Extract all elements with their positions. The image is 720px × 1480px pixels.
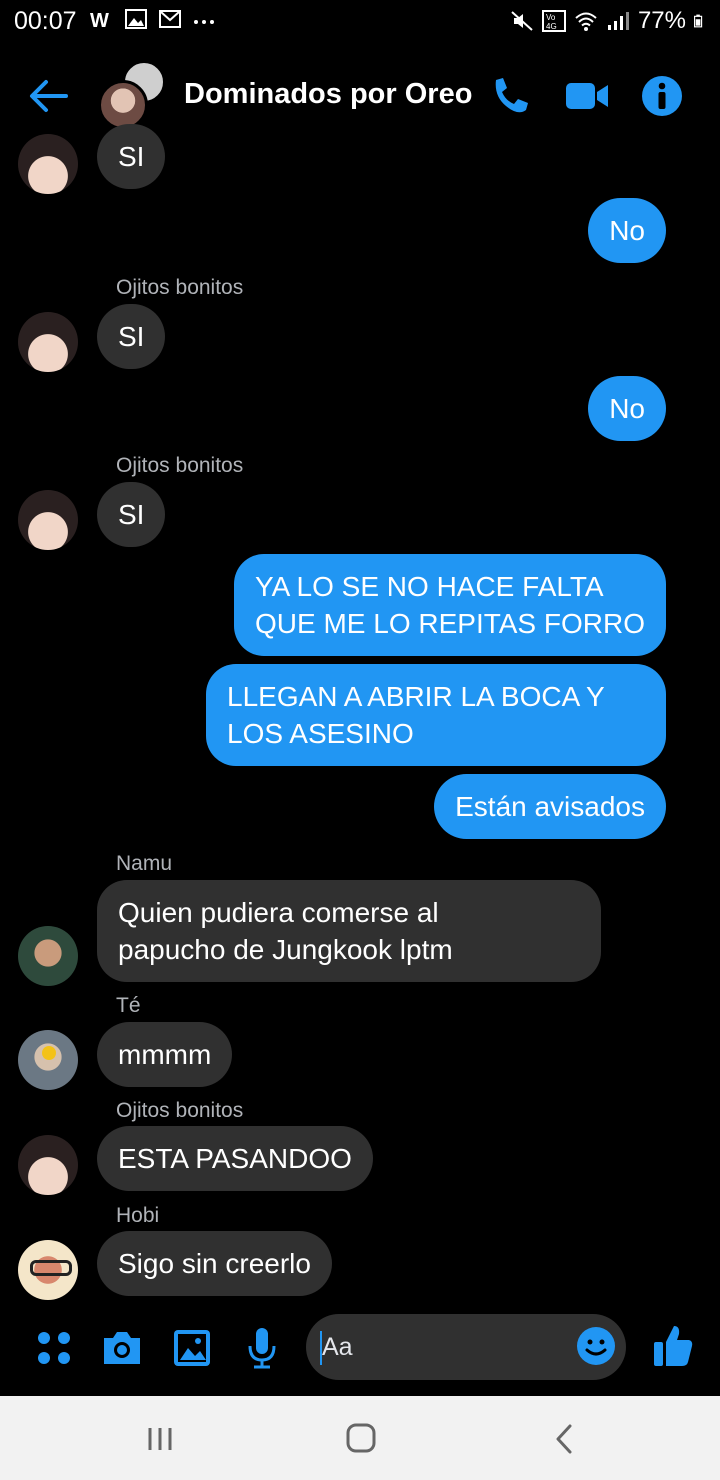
chat-title[interactable]: Dominados por Oreo — [184, 78, 472, 111]
info-icon[interactable] — [640, 74, 684, 118]
back-arrow-icon[interactable] — [28, 76, 70, 116]
message-bubble[interactable]: SI — [97, 482, 166, 547]
phone-icon[interactable] — [488, 74, 532, 118]
recents-icon[interactable] — [140, 1422, 180, 1456]
message-bubble[interactable]: No — [588, 198, 666, 263]
sender-name: Hobi — [116, 1204, 160, 1227]
svg-text:Vo: Vo — [546, 13, 556, 22]
emoji-icon[interactable] — [576, 1326, 616, 1366]
status-bar: 00:07 W Vo 4G 77% — [0, 0, 720, 44]
camera-icon[interactable] — [100, 1326, 144, 1370]
group-avatar-primary — [98, 80, 148, 130]
avatar[interactable] — [18, 312, 78, 372]
message-bubble[interactable]: No — [588, 376, 666, 441]
like-icon[interactable] — [652, 1322, 694, 1368]
gallery-icon — [125, 9, 147, 29]
message-bubble[interactable]: ESTA PASANDOO — [97, 1126, 373, 1191]
avatar[interactable] — [18, 926, 78, 986]
message-bubble[interactable]: YA LO SE NO HACE FALTA QUE ME LO REPITAS… — [234, 554, 666, 656]
system-nav-bar — [0, 1396, 720, 1480]
wifi-icon — [575, 12, 597, 31]
signal-icon — [607, 12, 629, 30]
message-bubble[interactable]: SI — [97, 304, 166, 369]
sender-name: Ojitos bonitos — [116, 1099, 244, 1122]
battery-percent: 77% — [637, 7, 686, 34]
mute-icon — [511, 11, 533, 31]
message-input-placeholder: Aa — [322, 1333, 353, 1361]
sender-name: Té — [116, 994, 141, 1017]
sender-name: Ojitos bonitos — [116, 454, 244, 477]
chat-header: Dominados por Oreo — [0, 50, 720, 140]
svg-text:W: W — [90, 10, 109, 30]
whatsapp-icon: W — [90, 10, 109, 30]
composer-bar: Aa — [0, 1310, 720, 1390]
message-bubble[interactable]: Quien pudiera comerse al papucho de Jung… — [97, 880, 601, 982]
sender-name: Ojitos bonitos — [116, 276, 244, 299]
status-time: 00:07 — [14, 7, 77, 35]
image-icon[interactable] — [170, 1326, 214, 1370]
message-input[interactable]: Aa — [306, 1314, 626, 1380]
volte-icon: Vo4G — [541, 10, 566, 32]
avatar[interactable] — [18, 134, 78, 194]
svg-text:4G: 4G — [546, 22, 557, 31]
back-icon[interactable] — [546, 1422, 586, 1456]
message-bubble[interactable]: mmmm — [97, 1022, 233, 1087]
avatar[interactable] — [18, 1135, 78, 1195]
more-icon — [194, 20, 214, 24]
group-avatar[interactable] — [98, 60, 170, 130]
mic-icon[interactable] — [240, 1326, 284, 1370]
message-bubble[interactable]: SI — [97, 124, 166, 189]
avatar[interactable] — [18, 1240, 78, 1300]
battery-icon — [694, 14, 703, 28]
message-bubble[interactable]: Sigo sin creerlo — [97, 1231, 332, 1296]
video-icon[interactable] — [564, 74, 610, 118]
apps-icon[interactable] — [32, 1326, 76, 1370]
message-bubble[interactable]: Están avisados — [434, 774, 666, 839]
sender-name: Namu — [116, 852, 173, 875]
gmail-icon — [159, 10, 181, 28]
home-icon[interactable] — [340, 1422, 380, 1456]
message-bubble[interactable]: LLEGAN A ABRIR LA BOCA Y LOS ASESINO — [206, 664, 666, 766]
avatar[interactable] — [18, 490, 78, 550]
avatar[interactable] — [18, 1030, 78, 1090]
